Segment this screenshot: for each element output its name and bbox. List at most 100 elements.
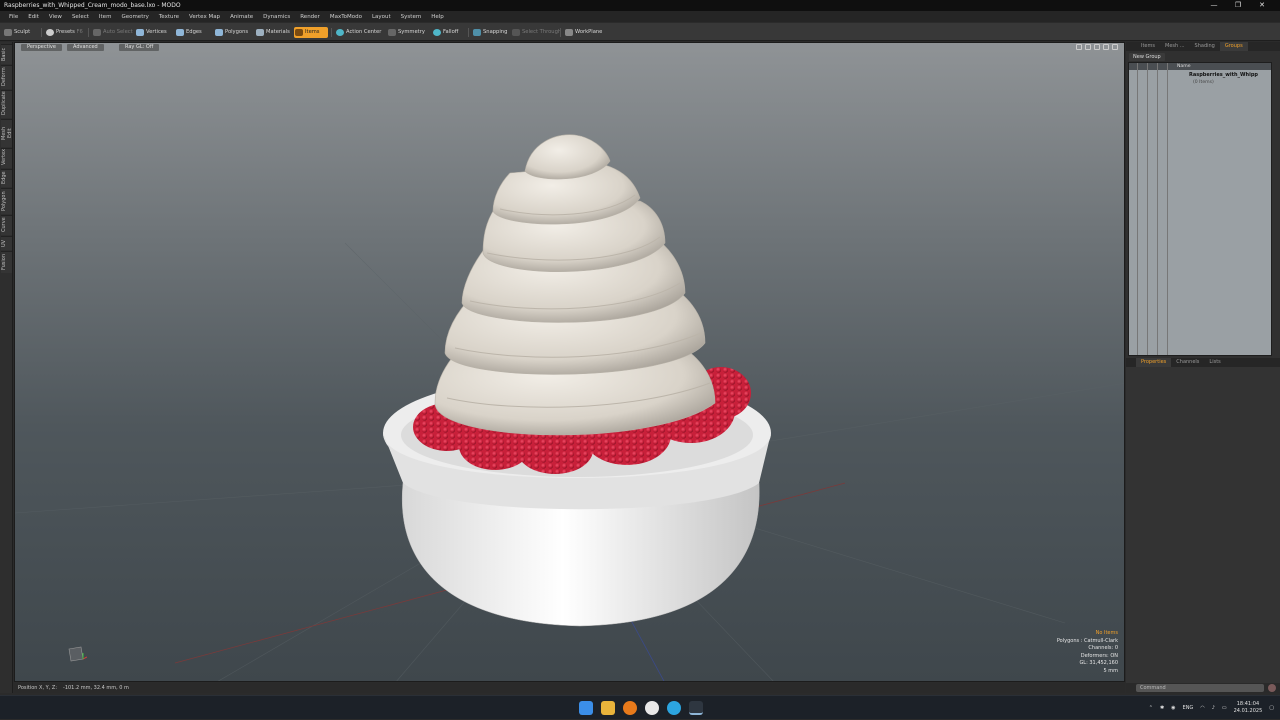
menu-maxtomodo[interactable]: MaxToModo (325, 14, 367, 20)
materials-button[interactable]: Materials (255, 27, 290, 38)
menu-edit[interactable]: Edit (23, 14, 44, 20)
perspective-tab[interactable]: Perspective (21, 44, 62, 51)
tab-mesh-edit[interactable]: Mesh Edit (1, 119, 13, 147)
group-row[interactable]: Raspberries_with_Whipp (0 Items) (1129, 71, 1271, 85)
menu-select[interactable]: Select (67, 14, 94, 20)
tab-polygon[interactable]: Polygon (1, 188, 12, 214)
action-center-button[interactable]: Action Center (330, 27, 381, 38)
raygl-tab[interactable]: Ray GL: Off (119, 44, 160, 51)
menu-render[interactable]: Render (295, 14, 325, 20)
tab-items[interactable]: Items (1136, 42, 1160, 51)
tab-shading[interactable]: Shading (1190, 42, 1220, 51)
volume-icon[interactable]: ♪ (1212, 705, 1215, 711)
groups-list: Name Raspberries_with_Whipp (0 Items) (1128, 62, 1272, 356)
battery-icon[interactable]: ▭ (1222, 705, 1227, 711)
clock-date: 24.01.2025 (1233, 708, 1263, 714)
menu-help[interactable]: Help (426, 14, 449, 20)
command-input[interactable]: Command (1136, 684, 1264, 692)
symmetry-button[interactable]: Symmetry (387, 27, 425, 38)
browser-icon[interactable] (623, 701, 637, 715)
tab-deform[interactable]: Deform (1, 65, 12, 89)
fit-view-icon[interactable] (1103, 44, 1109, 50)
telegram-icon[interactable] (667, 701, 681, 715)
move-view-icon[interactable] (1076, 44, 1082, 50)
maximize-button[interactable]: ❐ (1226, 0, 1250, 11)
sculpt-button[interactable]: Sculpt (3, 27, 30, 38)
workplane-icon (565, 29, 573, 36)
tab-mesh[interactable]: Mesh ... (1160, 42, 1190, 51)
menu-item[interactable]: Item (94, 14, 117, 20)
minimize-button[interactable]: — (1202, 0, 1226, 11)
no-items-label: No Items (1095, 630, 1118, 636)
z-axis-line (626, 612, 665, 681)
presets-icon (46, 29, 54, 36)
menu-layout[interactable]: Layout (367, 14, 396, 20)
auto-select-button[interactable]: Auto Select (88, 27, 133, 38)
tab-vertex[interactable]: Vertex (1, 148, 12, 168)
falloff-button[interactable]: Falloff (432, 27, 458, 38)
select-through-button[interactable]: Select Through (511, 27, 561, 38)
window-title: Raspberries_with_Whipped_Cream_modo_base… (4, 2, 181, 9)
top-panel-tabs: Items Mesh ... Shading Groups (1126, 42, 1280, 51)
menu-file[interactable]: File (4, 14, 23, 20)
tab-channels[interactable]: Channels (1171, 358, 1204, 367)
menu-system[interactable]: System (396, 14, 427, 20)
items-button[interactable]: Items (294, 27, 328, 38)
presets-button[interactable]: Presets F6 (41, 27, 83, 38)
menu-texture[interactable]: Texture (154, 14, 184, 20)
command-history-icon[interactable] (1268, 684, 1276, 692)
menu-bar: File Edit View Select Item Geometry Text… (0, 11, 1280, 22)
tab-uv[interactable]: UV (1, 236, 12, 250)
workplane-button[interactable]: WorkPlane (559, 27, 602, 38)
menu-animate[interactable]: Animate (225, 14, 258, 20)
bluetooth-icon[interactable]: ✱ (1160, 705, 1164, 711)
tab-duplicate[interactable]: Duplicate (1, 90, 12, 118)
clock[interactable]: 18:41:04 24.01.2025 (1234, 701, 1263, 715)
yandex-browser-icon[interactable] (645, 701, 659, 715)
properties-panel: Properties Channels Lists (1126, 358, 1280, 693)
vertices-button[interactable]: Vertices (135, 27, 167, 38)
zoom-view-icon[interactable] (1094, 44, 1100, 50)
tab-curve[interactable]: Curve (1, 215, 12, 235)
unit-stat: 5 mm (1103, 667, 1118, 674)
edges-button[interactable]: Edges (175, 27, 202, 38)
tab-fusion[interactable]: Fusion (1, 251, 12, 273)
right-panel: Items Mesh ... Shading Groups New Group … (1126, 42, 1280, 693)
deformers-stat: Deformers: ON (1080, 652, 1118, 659)
new-group-button[interactable]: New Group (1129, 53, 1165, 61)
select-through-icon (512, 29, 520, 36)
gl-stat: GL: 31,452,160 (1079, 660, 1118, 666)
polygons-button[interactable]: Polygons (214, 27, 248, 38)
language-indicator[interactable]: ENG (1183, 705, 1194, 711)
close-button[interactable]: ✕ (1250, 0, 1274, 11)
3d-viewport[interactable]: Perspective Advanced Ray GL: Off No Item… (14, 42, 1125, 682)
tab-groups[interactable]: Groups (1219, 42, 1248, 51)
menu-vertex-map[interactable]: Vertex Map (184, 14, 225, 20)
snapping-icon (473, 29, 481, 36)
clock-time: 18:41:04 (1236, 701, 1260, 707)
system-tray: ⌃ ✱ ◉ ENG ◠ ♪ ▭ 18:41:04 24.01.2025 ▢ (1149, 696, 1274, 720)
settings-icon[interactable] (1112, 44, 1118, 50)
tab-basic[interactable]: Basic (1, 44, 12, 64)
wifi-icon[interactable]: ◠ (1200, 705, 1204, 711)
name-column-header: Name (1177, 64, 1191, 69)
tray-chevron-icon[interactable]: ⌃ (1149, 705, 1153, 711)
tab-lists[interactable]: Lists (1204, 358, 1225, 367)
menu-geometry[interactable]: Geometry (116, 14, 153, 20)
vertices-icon (136, 29, 144, 36)
menu-dynamics[interactable]: Dynamics (258, 14, 295, 20)
rotate-view-icon[interactable] (1085, 44, 1091, 50)
tab-edge[interactable]: Edge (1, 169, 12, 187)
network-tray-icon[interactable]: ◉ (1171, 705, 1175, 711)
notifications-icon[interactable]: ▢ (1269, 705, 1274, 711)
menu-view[interactable]: View (44, 14, 67, 20)
modo-app-icon[interactable] (689, 701, 703, 715)
symmetry-icon (388, 29, 396, 36)
file-explorer-icon[interactable] (601, 701, 615, 715)
start-icon[interactable] (579, 701, 593, 715)
tab-properties[interactable]: Properties (1136, 358, 1172, 367)
advanced-tab[interactable]: Advanced (67, 44, 104, 51)
command-bar: Command (1126, 683, 1280, 693)
group-item-count: (0 Items) (1193, 80, 1214, 85)
snapping-button[interactable]: Snapping (467, 27, 507, 38)
